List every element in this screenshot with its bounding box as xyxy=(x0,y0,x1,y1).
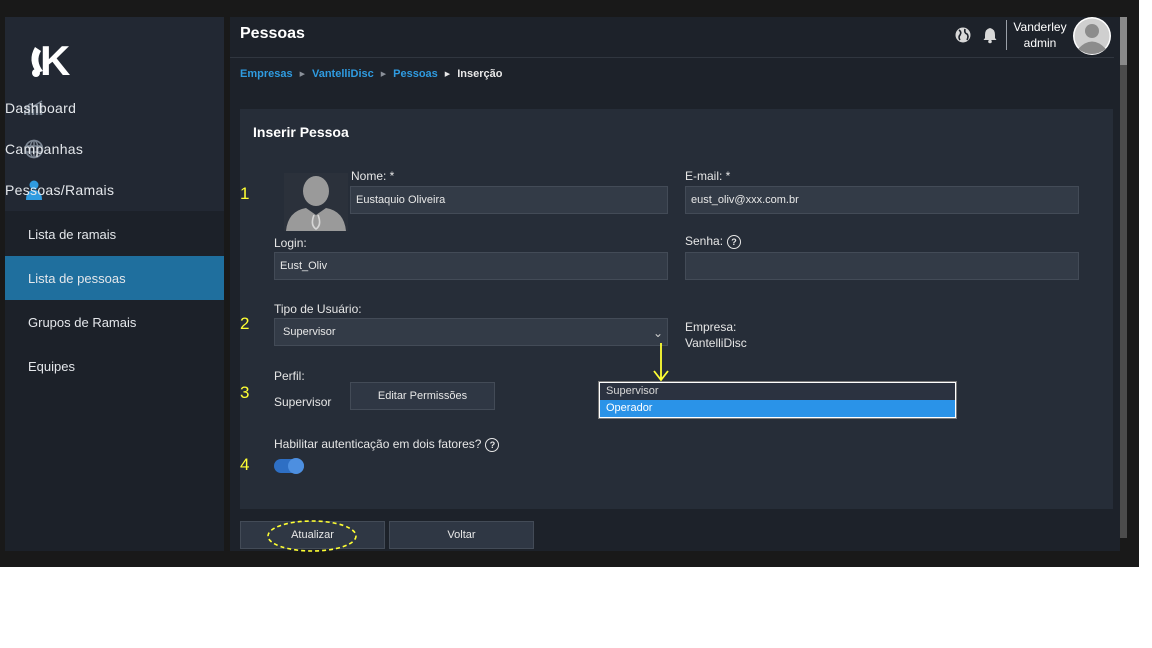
sidebar-item-label: Equipes xyxy=(28,358,75,374)
sidebar-item-label: Lista de ramais xyxy=(28,226,117,242)
sidebar-item-label: Grupos de Ramais xyxy=(28,314,137,330)
email-field[interactable]: eust_oliv@xxx.com.br xyxy=(685,186,1079,214)
dropdown-option-supervisor[interactable]: Supervisor xyxy=(600,383,955,400)
breadcrumb-empresas[interactable]: Empresas xyxy=(240,68,293,80)
annotation-number: 2 xyxy=(240,314,250,333)
logo-icon: K xyxy=(31,37,70,84)
dropdown-option-operador[interactable]: Operador xyxy=(600,400,955,417)
nome-field[interactable]: Eustaquio Oliveira xyxy=(350,186,668,214)
annotation-number: 4 xyxy=(240,455,250,474)
empresa-value: VantelliDisc xyxy=(685,336,747,350)
logo-text: K xyxy=(40,37,70,84)
annotation-number: 3 xyxy=(240,383,250,402)
breadcrumb-arrow-icon: ▶ xyxy=(380,71,387,78)
email-label: E-mail: * xyxy=(685,169,731,183)
help-icon[interactable]: ? xyxy=(485,437,500,452)
tipo-usuario-dropdown: Supervisor Operador xyxy=(598,381,957,419)
tipo-usuario-select[interactable]: Supervisor ⌄ xyxy=(274,318,668,346)
dois-fatores-toggle[interactable] xyxy=(274,458,304,474)
sidebar-item-grupos-ramais[interactable]: Grupos de Ramais xyxy=(5,300,224,344)
breadcrumb-arrow-icon: ▶ xyxy=(444,71,451,78)
user-name: Vanderley xyxy=(1013,20,1067,34)
language-globe-icon[interactable] xyxy=(954,26,972,44)
tipo-usuario-value: Supervisor xyxy=(283,326,336,338)
voltar-button[interactable]: Voltar xyxy=(389,521,534,549)
senha-field[interactable] xyxy=(685,252,1079,280)
nav-pessoas-label: Pessoas/Ramais xyxy=(5,182,115,198)
nome-label: Nome: * xyxy=(351,169,395,183)
login-field[interactable]: Eust_Oliv xyxy=(274,252,668,280)
main-content: Pessoas Vanderley admin Empresas ▶ Vante… xyxy=(230,17,1120,551)
page-title: Pessoas xyxy=(240,25,305,42)
form-card: Inserir Pessoa Nome: * Eustaquio Oliveir… xyxy=(240,109,1113,509)
person-placeholder-icon xyxy=(286,176,346,231)
user-role: admin xyxy=(1023,36,1057,50)
form-title: Inserir Pessoa xyxy=(253,124,349,140)
nav-dashboard[interactable]: Dashboard xyxy=(5,88,224,128)
senha-label: Senha: xyxy=(685,234,724,248)
nav-pessoas-ramais[interactable]: Pessoas/Ramais xyxy=(5,170,224,210)
top-header: Pessoas Vanderley admin xyxy=(230,17,1114,58)
sidebar-item-lista-ramais[interactable]: Lista de ramais xyxy=(5,212,224,256)
sidebar: K Dashboard Campanhas Pessoas/Ramais Lis… xyxy=(5,17,224,551)
empresa-label: Empresa: xyxy=(685,320,737,334)
senha-label-group: Senha:? xyxy=(685,234,742,249)
bell-icon[interactable] xyxy=(981,26,999,44)
breadcrumb-vantellidisc[interactable]: VantelliDisc xyxy=(312,68,374,80)
annotation-number: 1 xyxy=(240,184,250,203)
tipo-usuario-label: Tipo de Usuário: xyxy=(274,302,362,316)
nav-campanhas[interactable]: Campanhas xyxy=(5,129,224,169)
sidebar-item-lista-pessoas[interactable]: Lista de pessoas xyxy=(5,256,224,300)
annotation-arrow-icon xyxy=(653,343,669,382)
breadcrumb: Empresas ▶ VantelliDisc ▶ Pessoas ▶ Inse… xyxy=(240,68,502,80)
nav-dashboard-label: Dashboard xyxy=(5,100,77,116)
nav-campanhas-label: Campanhas xyxy=(5,141,84,157)
login-label: Login: xyxy=(274,236,307,250)
editar-permissoes-button[interactable]: Editar Permissões xyxy=(350,382,495,410)
avatar-icon[interactable] xyxy=(1072,16,1112,56)
header-divider xyxy=(1006,20,1007,50)
person-photo[interactable] xyxy=(284,173,348,231)
dois-fatores-label-group: Habilitar autenticação em dois fatores?? xyxy=(274,437,500,452)
toggle-knob xyxy=(288,458,304,474)
scrollbar[interactable] xyxy=(1120,17,1127,538)
breadcrumb-pessoas[interactable]: Pessoas xyxy=(393,68,438,80)
perfil-value: Supervisor xyxy=(274,395,332,409)
breadcrumb-arrow-icon: ▶ xyxy=(299,71,305,78)
user-info[interactable]: Vanderley admin xyxy=(1010,19,1070,51)
sidebar-item-label: Lista de pessoas xyxy=(28,270,126,286)
dois-fatores-label: Habilitar autenticação em dois fatores? xyxy=(274,437,482,451)
perfil-label: Perfil: xyxy=(274,369,305,383)
help-icon[interactable]: ? xyxy=(727,234,742,249)
annotation-highlight-ellipse xyxy=(267,520,357,552)
breadcrumb-insercao: Inserção xyxy=(457,68,503,80)
scrollbar-thumb[interactable] xyxy=(1120,17,1127,65)
sidebar-item-equipes[interactable]: Equipes xyxy=(5,344,224,388)
